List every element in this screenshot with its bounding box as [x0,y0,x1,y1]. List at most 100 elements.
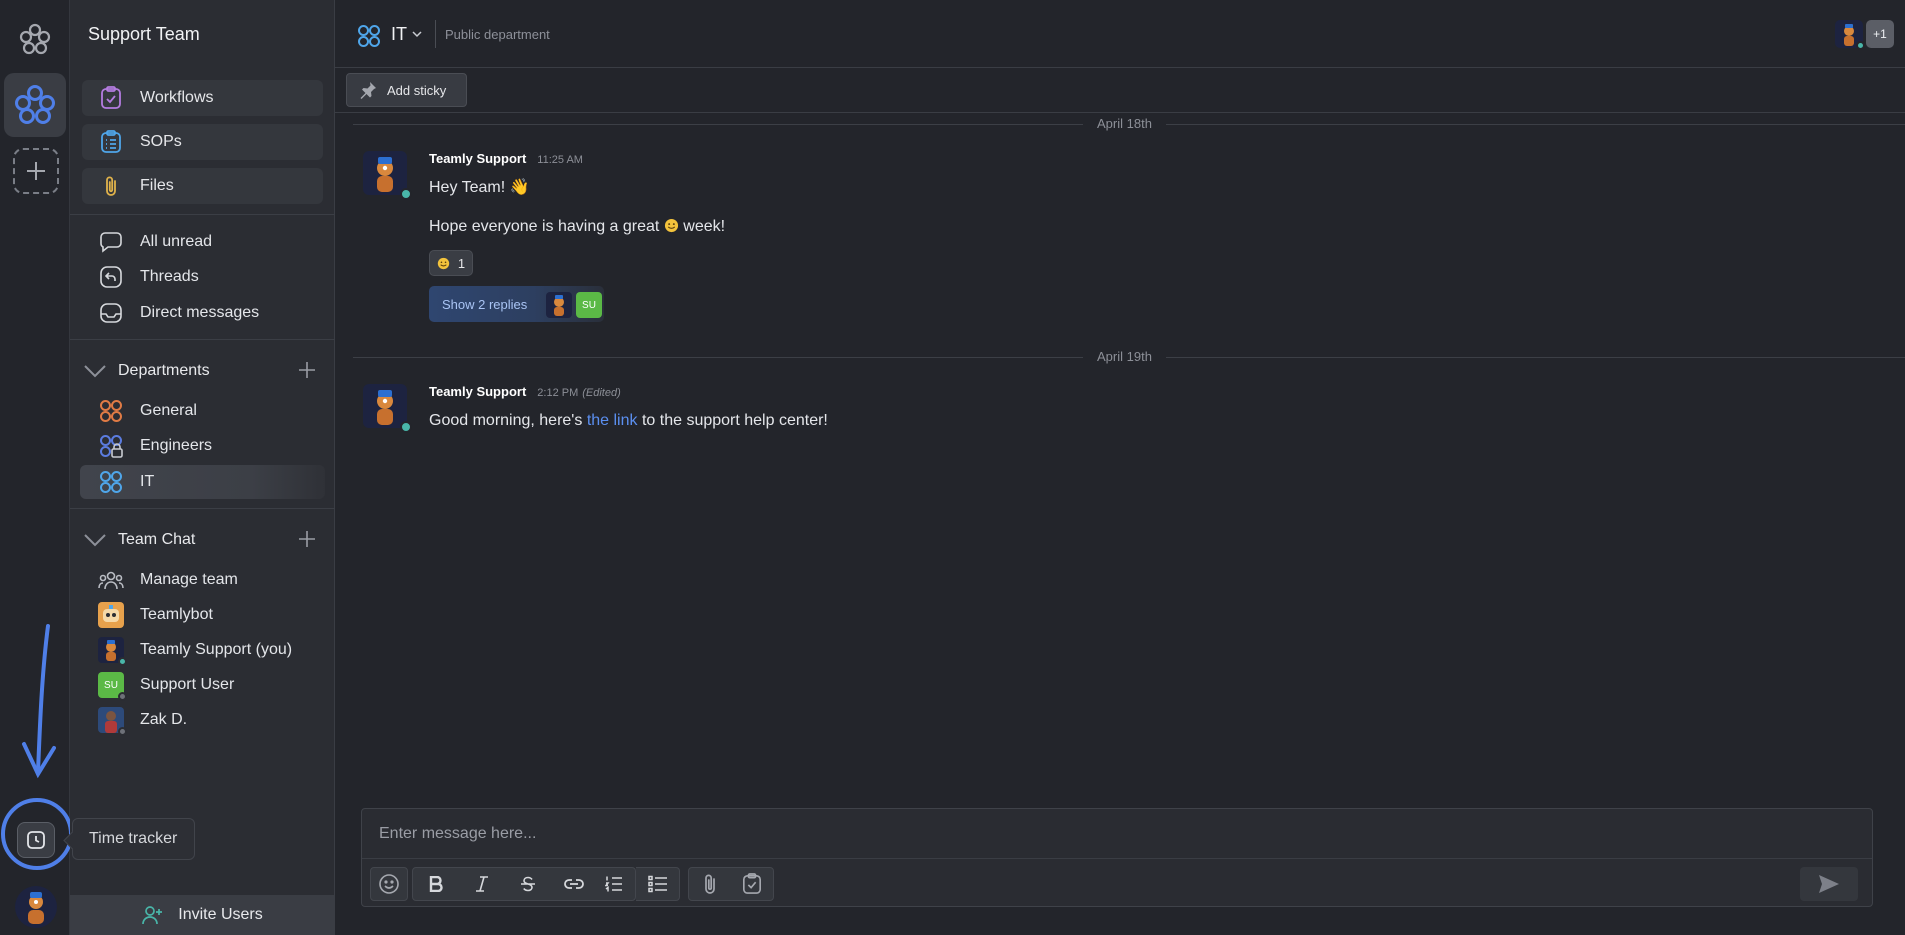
offline-status-dot [118,692,127,701]
add-chat-plus-icon[interactable] [297,529,317,554]
list-icon [98,129,124,155]
sidebar-divider [70,339,335,340]
italic-button[interactable] [459,868,505,900]
message-time: 11:25 AM [537,154,583,166]
channel-description: Public department [445,27,550,42]
support-user-avatar: SU [98,672,127,701]
message-author[interactable]: Teamly Support [429,151,526,166]
sidebar-item-general[interactable]: General [80,394,325,428]
invite-users-label: Invite Users [178,906,263,923]
add-sticky-button[interactable]: Add sticky [346,73,467,107]
message-input[interactable] [362,809,1872,859]
teamly-support-avatar [98,637,127,666]
link-icon [564,879,584,889]
channel-header: IT Public department +1 [335,0,1905,68]
sticky-bar: Add sticky [335,68,1905,113]
pin-icon [359,81,377,99]
sidebar-item-support-user[interactable]: SU Support User [80,668,325,702]
ordered-list-button[interactable] [591,868,637,900]
workflow-check-icon [743,873,761,894]
chevron-down-icon[interactable] [82,364,108,378]
workspace-rail [0,0,73,935]
time-tracker-button[interactable] [17,822,55,858]
date-label: April 18th [1083,116,1166,131]
date-separator: April 18th [353,114,1905,134]
private-department-lock-icon [98,433,124,459]
reaction-button[interactable]: 1 [429,250,473,276]
message-author-avatar[interactable] [363,151,412,200]
send-icon [1819,875,1839,893]
sidebar-item-all-unread[interactable]: All unread [80,225,325,259]
sidebar-item-label: Teamly Support (you) [140,641,293,658]
workflow-check-icon [98,85,124,111]
online-status-dot [400,188,412,200]
smile-emoji-icon [664,218,678,233]
chevron-down-icon[interactable] [82,533,108,547]
sidebar-item-files[interactable]: Files [82,168,323,204]
chat-bubble-icon [98,229,124,255]
bold-button[interactable] [413,868,459,900]
emoji-button[interactable] [370,867,408,901]
message-author[interactable]: Teamly Support [429,384,526,399]
sidebar-item-label: IT [140,473,155,490]
sidebar-item-it[interactable]: IT [80,465,325,499]
sidebar-item-direct-messages[interactable]: Direct messages [80,296,325,330]
reaction-count: 1 [457,255,466,271]
show-replies-button[interactable]: Show 2 replies SU [429,286,604,322]
sidebar-item-label: Files [140,177,174,194]
section-departments[interactable]: Departments [80,356,325,386]
attach-group [688,867,774,901]
sidebar-item-label: All unread [140,233,213,250]
message-composer [361,808,1873,907]
attach-workflow-button[interactable] [731,868,773,900]
date-separator: April 19th [353,347,1905,367]
strikethrough-icon [521,876,535,892]
message-text: Hey Team! 👋 [429,179,530,196]
sidebar-item-label: Manage team [140,571,238,588]
strikethrough-button[interactable] [505,868,551,900]
format-group [412,867,636,901]
date-label: April 19th [1083,349,1166,364]
sidebar-item-teamlybot[interactable]: Teamlybot [80,598,325,632]
workspace-title: Support Team [88,24,200,44]
emoji-icon [379,874,399,894]
add-department-plus-icon[interactable] [297,360,317,385]
section-team-chat[interactable]: Team Chat [80,525,325,555]
help-center-link[interactable]: the link [587,412,638,429]
paperclip-icon [98,173,124,199]
zak-avatar [98,707,127,736]
sidebar-item-sops[interactable]: SOPs [82,124,323,160]
teamly-logo-icon[interactable] [18,22,52,56]
sidebar-item-label: Direct messages [140,304,260,321]
sidebar-divider [70,214,335,215]
bullet-list-icon [647,875,667,893]
offline-status-dot [118,727,127,736]
bold-icon [429,876,443,892]
message-author-avatar[interactable] [363,384,412,433]
online-status-dot [1856,41,1865,50]
current-user-avatar[interactable] [15,886,57,928]
more-members-badge[interactable]: +1 [1866,20,1894,48]
reply-avatar [546,292,572,318]
sidebar-item-workflows[interactable]: Workflows [82,80,323,116]
sidebar-item-manage-team[interactable]: Manage team [80,563,325,597]
send-button[interactable] [1800,867,1858,901]
invite-users-button[interactable]: Invite Users [70,895,335,935]
formatting-toolbar [362,867,1872,905]
attach-file-button[interactable] [689,868,731,900]
workspace-logo-icon [15,85,55,124]
smile-emoji-icon [437,257,450,270]
message-time: 2:12 PM [537,387,579,399]
sidebar-item-zak-d[interactable]: Zak D. [80,703,325,737]
italic-icon [476,876,488,892]
sidebar-item-threads[interactable]: Threads [80,260,325,294]
add-workspace-button[interactable] [13,148,59,194]
sidebar-item-teamly-support[interactable]: Teamly Support (you) [80,633,325,667]
channel-name-dropdown[interactable]: IT [391,24,422,45]
sidebar-item-engineers[interactable]: Engineers [80,429,325,463]
member-avatar[interactable] [1835,20,1865,50]
reply-icon [98,264,124,290]
workspace-support-team-button[interactable] [4,73,66,137]
bullet-list-button[interactable] [636,867,680,901]
team-icon [98,567,124,593]
